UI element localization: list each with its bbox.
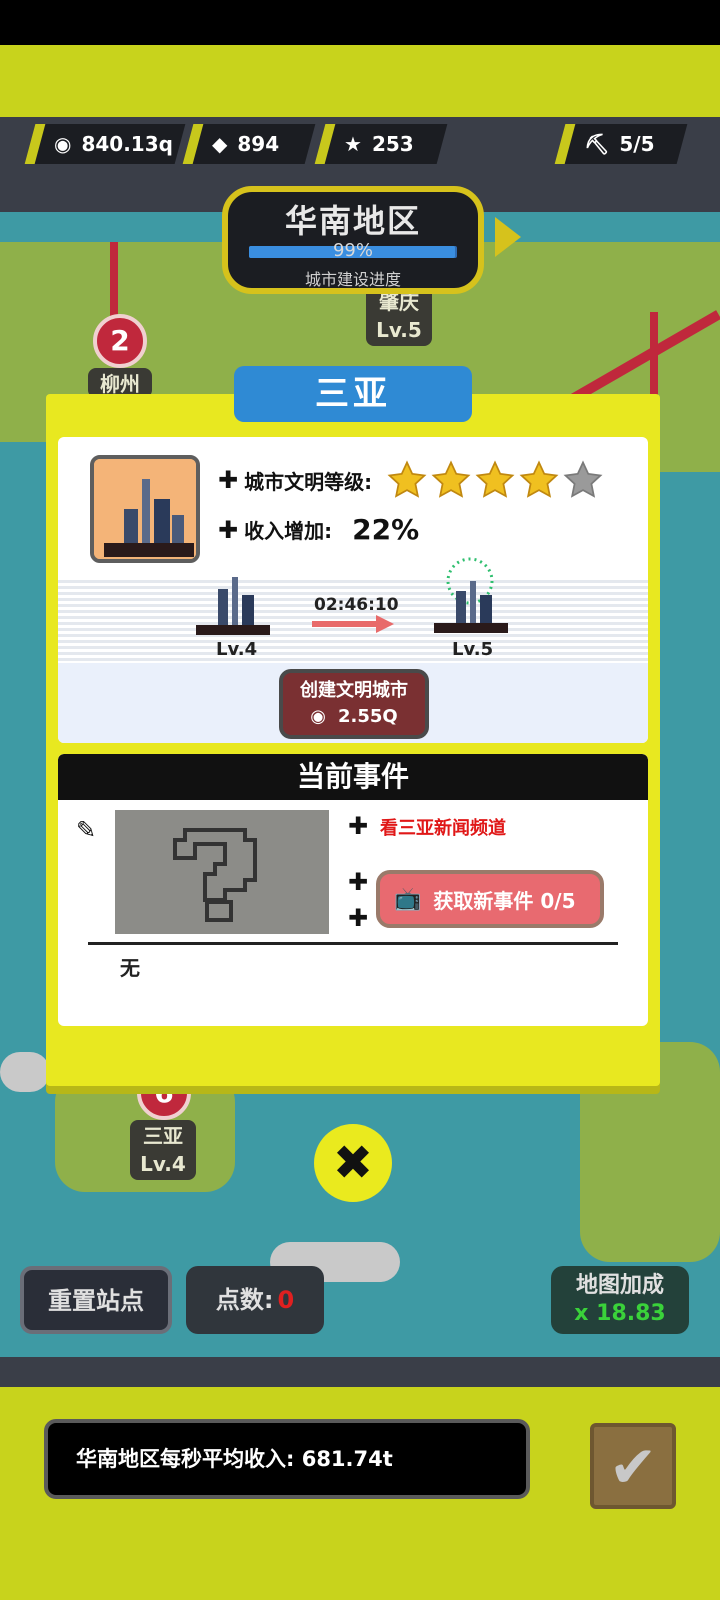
region-progress-bar: 99%	[249, 240, 457, 261]
dialog-title: 三亚	[234, 366, 472, 422]
tv-icon: 📺	[394, 886, 422, 912]
star-counter: ★ 253	[314, 124, 448, 164]
to-level: Lv.5	[452, 639, 494, 660]
region-title: 华南地区	[284, 202, 421, 240]
reset-stations-button[interactable]: 重置站点	[20, 1266, 172, 1334]
coin-icon: ◉	[54, 132, 72, 156]
event-panel: 当前事件 ✎ ✚ 看三亚新闻频道 ✚ ✚ 📺 获取新事件 0/5 无	[58, 754, 648, 1026]
upgrade-arrow	[312, 621, 378, 627]
upgrade-strip	[58, 577, 648, 663]
star-empty-icon	[563, 460, 603, 498]
close-button[interactable]: ✖	[314, 1124, 392, 1202]
region-panel[interactable]: 华南地区 99% 城市建设进度	[222, 186, 484, 294]
check-icon: ✔	[608, 1433, 658, 1501]
region-progress-percent: 99%	[332, 240, 373, 261]
plus-icon: ✚	[348, 904, 369, 932]
next-region-arrow-icon[interactable]	[495, 217, 521, 257]
map-bonus-button[interactable]: 地图加成 x 18.83	[551, 1266, 689, 1334]
pickaxe-counter: ⛏ 5/5	[554, 124, 688, 164]
points-display: 点数: 0	[186, 1266, 324, 1334]
star-filled-icon	[431, 460, 471, 498]
close-icon: ✖	[332, 1135, 374, 1191]
gem-counter: ◆ 894	[182, 124, 316, 164]
event-header: 当前事件	[58, 754, 648, 800]
coin-icon: ◉	[310, 706, 326, 727]
pickaxe-icon: ⛏	[584, 132, 610, 156]
star-filled-icon	[475, 460, 515, 498]
star-icon: ★	[344, 132, 362, 156]
top-banner	[0, 45, 720, 117]
pencil-icon[interactable]: ✎	[76, 816, 96, 844]
city-info-panel: ✚ 城市文明等级: ✚ 收入增加: 22% Lv.4 02:46:10 Lv.5…	[58, 437, 648, 743]
from-level: Lv.4	[216, 639, 258, 660]
upgrade-timer: 02:46:10	[314, 595, 399, 615]
coin-counter: ◉ 840.13q	[24, 124, 186, 164]
star-filled-icon	[519, 460, 559, 498]
plus-icon: ✚	[348, 812, 369, 840]
income-row: ✚ 收入增加: 22%	[218, 513, 420, 546]
create-civilized-city-button[interactable]: 创建文明城市 ◉ 2.55Q	[279, 669, 429, 739]
confirm-button[interactable]: ✔	[590, 1423, 676, 1509]
civilization-stars	[386, 459, 604, 501]
star-filled-icon	[387, 460, 427, 498]
status-bar	[0, 0, 720, 45]
gem-icon: ◆	[212, 132, 228, 156]
city-tag-zhaoqing[interactable]: 肇庆 Lv.5	[366, 286, 432, 346]
city-current-icon	[196, 577, 270, 635]
get-new-event-button[interactable]: 📺 获取新事件 0/5	[376, 870, 604, 928]
city-next-icon	[434, 557, 508, 633]
region-subtitle: 城市建设进度	[304, 270, 401, 289]
map-node-2[interactable]: 2	[93, 314, 147, 368]
city-thumbnail	[90, 455, 200, 563]
event-unknown-image	[115, 810, 329, 934]
city-tag-sanya[interactable]: 三亚 Lv.4	[130, 1120, 196, 1180]
plus-icon: ✚	[348, 868, 369, 896]
civilization-row: ✚ 城市文明等级:	[218, 459, 604, 501]
region-income: 华南地区每秒平均收入: 681.74t	[44, 1419, 530, 1499]
plus-icon: ✚	[218, 515, 239, 544]
plus-icon: ✚	[218, 466, 239, 494]
event-none-text: 无	[120, 956, 140, 980]
event-news-link[interactable]: 看三亚新闻频道	[380, 814, 506, 840]
